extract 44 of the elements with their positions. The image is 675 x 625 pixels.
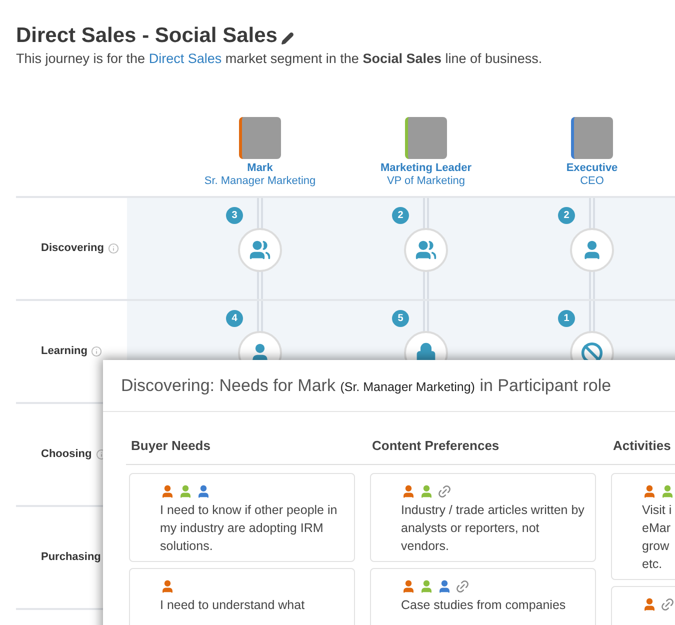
persona-name[interactable]: Mark: [247, 161, 273, 175]
card-text: grow: [642, 538, 670, 555]
journey-description: This journey is for the Direct Sales market segment in the Social Sales line of business.: [16, 50, 544, 68]
need-card[interactable]: I need to understand what: [129, 568, 355, 625]
column-heading: Activities: [613, 438, 671, 453]
card-text: Case studies from companies: [401, 597, 567, 614]
persona-role: Sr. Manager Marketing: [204, 175, 316, 188]
count-badge: 2: [392, 207, 409, 224]
card-text: eMar: [642, 520, 672, 537]
stage-node[interactable]: [238, 228, 282, 272]
card-text: I need to know if other people in my industry are adopting IRM solutions.: [160, 502, 338, 555]
segment-link[interactable]: Direct Sales: [148, 51, 222, 66]
stage-label: Learning: [41, 344, 88, 360]
info-icon[interactable]: [108, 243, 119, 254]
count-badge: 2: [558, 207, 575, 224]
stage-label: Choosing: [41, 447, 92, 462]
column-heading: Content Preferences: [372, 438, 500, 453]
stage-label: Discovering: [41, 241, 104, 256]
stage-node[interactable]: [570, 228, 614, 272]
info-icon[interactable]: [91, 346, 102, 357]
need-card[interactable]: I need to know if other people in my industry are adopting IRM solutions.: [129, 473, 355, 562]
persona-name[interactable]: Executive: [566, 161, 618, 175]
group-icon: [249, 239, 271, 261]
persona-role: CEO: [580, 175, 604, 188]
card-text: Industry / trade articles written by analysts or reporters, not vendors.: [401, 502, 586, 555]
card-text: I need to understand what: [160, 597, 306, 614]
need-card[interactable]: Industry / trade articles written by analysts or reporters, not vendors.: [370, 473, 596, 562]
stage-node[interactable]: [404, 228, 448, 272]
count-badge: 1: [558, 310, 575, 327]
count-badge: 5: [392, 310, 409, 327]
count-badge: 3: [226, 207, 243, 224]
stage-label: Purchasing: [41, 550, 101, 566]
count-badge: 4: [226, 310, 243, 327]
dialog-title: Discovering: Needs for Mark (Sr. Manager Marketing) in Participant role: [121, 374, 612, 397]
group-icon: [415, 239, 437, 261]
card-text: Visit i: [642, 502, 673, 519]
need-card[interactable]: Case studies from companies: [370, 568, 596, 625]
need-card[interactable]: Visit i eMar grow etc.: [611, 473, 675, 580]
edit-icon[interactable]: [281, 32, 294, 44]
persona-name[interactable]: Marketing Leader: [380, 161, 472, 175]
card-text: etc.: [642, 556, 664, 573]
persona-role: VP of Marketing: [386, 175, 466, 188]
journey-title: Direct Sales - Social Sales: [16, 23, 278, 49]
column-heading: Buyer Needs: [131, 438, 210, 453]
